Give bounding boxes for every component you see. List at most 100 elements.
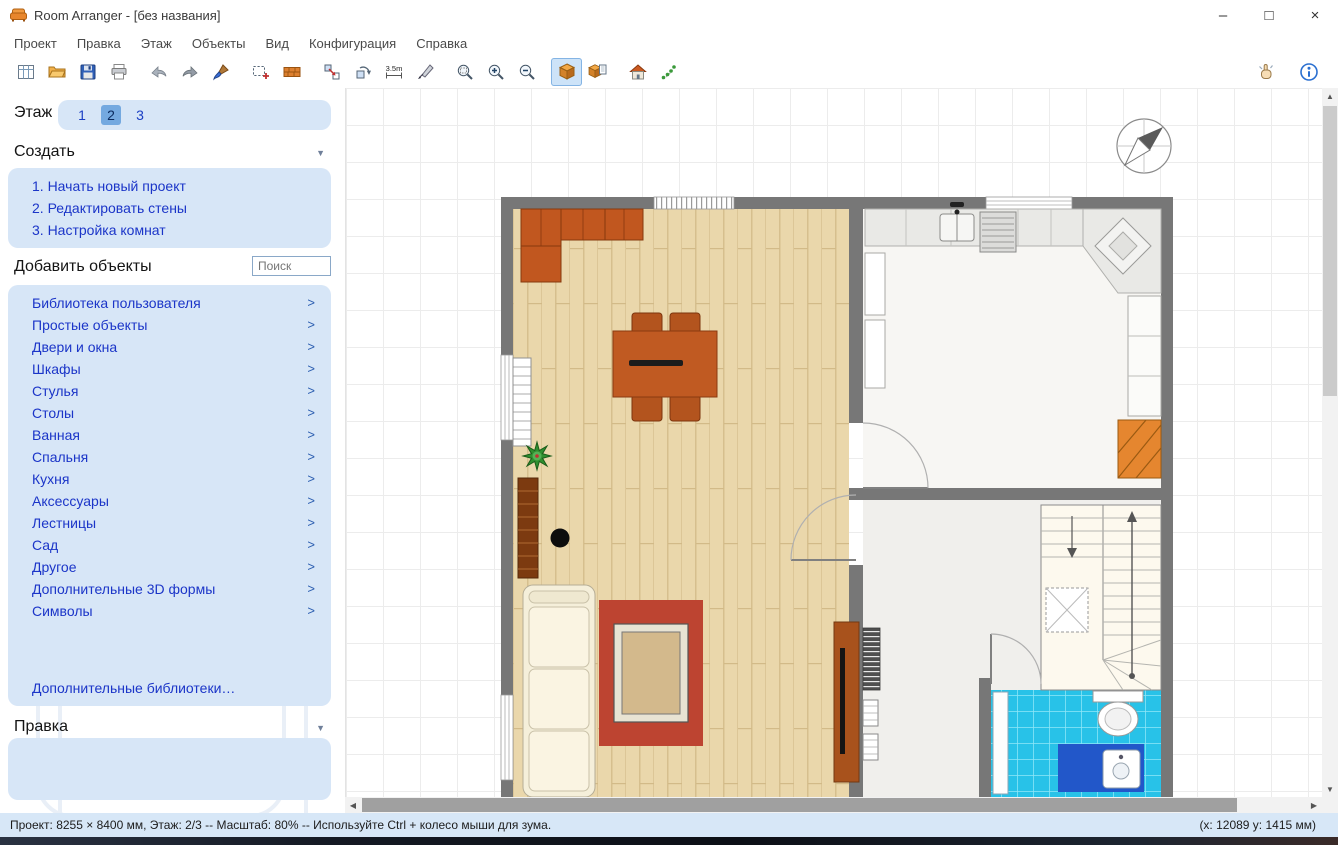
brick-wall-icon	[282, 62, 302, 82]
create-step-edit-walls[interactable]: 2. Редактировать стены	[8, 197, 331, 219]
zoom-region-button[interactable]	[449, 58, 480, 86]
walkthrough-icon	[659, 62, 679, 82]
open-project-button[interactable]	[41, 58, 72, 86]
floor-tab-2[interactable]: 2	[101, 105, 121, 125]
category-accessories[interactable]: Аксессуары>	[8, 490, 331, 512]
bookshelf[interactable]	[518, 478, 538, 578]
plan-canvas[interactable]	[345, 88, 1322, 797]
bathroom-shower-panel[interactable]	[993, 692, 1008, 794]
add-objects-title: Добавить объекты	[14, 258, 152, 276]
collapse-edit-icon[interactable]: ▼	[316, 723, 325, 733]
kitchen-stove[interactable]	[980, 212, 1016, 252]
draw-line-button[interactable]	[409, 58, 440, 86]
info-button[interactable]	[1293, 58, 1324, 86]
view-3d-button[interactable]	[551, 58, 582, 86]
pan-hand-button[interactable]	[1250, 58, 1281, 86]
menu-project[interactable]: Проект	[14, 36, 57, 51]
category-other[interactable]: Другое>	[8, 556, 331, 578]
save-button[interactable]	[72, 58, 103, 86]
bathroom-sink[interactable]	[1103, 750, 1140, 788]
horizontal-scrollbar[interactable]: ◀ ▶	[345, 797, 1322, 813]
titlebar: Room Arranger - [без названия] – □ ×	[0, 0, 1338, 30]
copy-3d-view-button[interactable]	[582, 58, 613, 86]
category-label: Дополнительные 3D формы	[32, 578, 215, 600]
scroll-up-icon[interactable]: ▲	[1322, 88, 1338, 104]
menu-edit[interactable]: Правка	[77, 36, 121, 51]
undo-button[interactable]	[143, 58, 174, 86]
category-simple-objects[interactable]: Простые объекты>	[8, 314, 331, 336]
more-libraries-link[interactable]: Дополнительные библиотеки…	[32, 680, 235, 696]
search-input[interactable]	[252, 256, 331, 276]
create-step-new-project[interactable]: 1. Начать новый проект	[8, 175, 331, 197]
scrollbar-corner	[1322, 797, 1338, 813]
vertical-scroll-thumb[interactable]	[1323, 106, 1337, 396]
category-kitchen[interactable]: Кухня>	[8, 468, 331, 490]
edit-section-title: Правка	[14, 718, 68, 736]
close-button[interactable]: ×	[1292, 0, 1338, 30]
category-extra-3d-shapes[interactable]: Дополнительные 3D формы>	[8, 578, 331, 600]
house-3d-icon	[628, 62, 648, 82]
category-cabinets[interactable]: Шкафы>	[8, 358, 331, 380]
category-doors-windows[interactable]: Двери и окна>	[8, 336, 331, 358]
zoom-in-button[interactable]	[480, 58, 511, 86]
kitchen-counter[interactable]	[865, 202, 1083, 246]
move-object-button[interactable]	[316, 58, 347, 86]
kitchen-wardrobe[interactable]	[1118, 420, 1161, 478]
stairs[interactable]	[1041, 505, 1161, 690]
fireplace-rug[interactable]	[599, 600, 703, 746]
category-symbols[interactable]: Символы>	[8, 600, 331, 622]
chevron-right-icon: >	[307, 292, 315, 314]
redo-arrow-icon	[180, 62, 200, 82]
select-region-button[interactable]	[245, 58, 276, 86]
vertical-scrollbar[interactable]: ▲ ▼	[1322, 88, 1338, 797]
house-3d-button[interactable]	[622, 58, 653, 86]
redo-button[interactable]	[174, 58, 205, 86]
zoom-out-button[interactable]	[511, 58, 542, 86]
sofa[interactable]	[523, 585, 595, 797]
collapse-create-icon[interactable]: ▼	[316, 148, 325, 158]
menu-objects[interactable]: Объекты	[192, 36, 246, 51]
chevron-right-icon: >	[307, 402, 315, 424]
move-object-icon	[322, 62, 342, 82]
menubar: Проект Правка Этаж Объекты Вид Конфигура…	[0, 30, 1338, 56]
category-bedroom[interactable]: Спальня>	[8, 446, 331, 468]
menu-configuration[interactable]: Конфигурация	[309, 36, 396, 51]
shelf-ladder[interactable]	[513, 358, 531, 446]
walkthrough-button[interactable]	[653, 58, 684, 86]
floor-plan[interactable]	[346, 88, 1323, 797]
scroll-left-icon[interactable]: ◀	[345, 797, 361, 813]
chevron-right-icon: >	[307, 446, 315, 468]
menu-view[interactable]: Вид	[265, 36, 289, 51]
tv-cabinet[interactable]	[834, 622, 859, 782]
category-label: Другое	[32, 556, 76, 578]
category-chairs[interactable]: Стулья>	[8, 380, 331, 402]
category-stairs[interactable]: Лестницы>	[8, 512, 331, 534]
menu-help[interactable]: Справка	[416, 36, 467, 51]
floor-tab-1[interactable]: 1	[72, 105, 92, 125]
floor-tab-3[interactable]: 3	[130, 105, 150, 125]
scroll-down-icon[interactable]: ▼	[1322, 781, 1338, 797]
maximize-button[interactable]: □	[1246, 0, 1292, 30]
zoom-out-icon	[517, 62, 537, 82]
create-step-room-setup[interactable]: 3. Настройка комнат	[8, 219, 331, 241]
window-title: Room Arranger - [без названия]	[34, 8, 220, 23]
plant[interactable]	[523, 442, 551, 470]
paint-button[interactable]	[205, 58, 236, 86]
category-label: Аксессуары	[32, 490, 109, 512]
category-tables[interactable]: Столы>	[8, 402, 331, 424]
horizontal-scroll-thumb[interactable]	[362, 798, 1237, 812]
open-folder-icon	[47, 62, 67, 82]
measure-button[interactable]: 3.5m	[378, 58, 409, 86]
stool[interactable]	[551, 529, 570, 548]
menu-floor[interactable]: Этаж	[141, 36, 172, 51]
rotate-object-button[interactable]	[347, 58, 378, 86]
draw-walls-button[interactable]	[276, 58, 307, 86]
new-document-button[interactable]	[10, 58, 41, 86]
scroll-right-icon[interactable]: ▶	[1306, 797, 1322, 813]
category-user-library[interactable]: Библиотека пользователя>	[8, 292, 331, 314]
minimize-button[interactable]: –	[1200, 0, 1246, 30]
category-garden[interactable]: Сад>	[8, 534, 331, 556]
category-bathroom[interactable]: Ванная>	[8, 424, 331, 446]
statusbar: Проект: 8255 × 8400 мм, Этаж: 2/3 -- Мас…	[0, 813, 1338, 837]
print-button[interactable]	[103, 58, 134, 86]
